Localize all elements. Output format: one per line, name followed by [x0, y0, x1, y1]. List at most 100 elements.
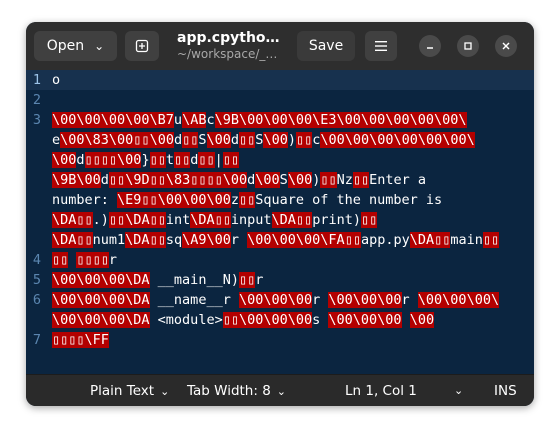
escaped-byte-run: ▯▯ [76, 232, 93, 248]
escaped-byte-run: \00\00\00 [328, 312, 402, 328]
escaped-byte-run: \AB [182, 112, 207, 128]
escaped-byte-run: ▯▯ [352, 172, 370, 188]
minimize-icon [427, 47, 433, 49]
text-run: r [312, 292, 329, 308]
document-path: ~/workspace/_… [177, 47, 278, 61]
escaped-byte-run: ▯▯ [173, 152, 191, 168]
escaped-byte-run: \9D [125, 172, 150, 188]
save-button[interactable]: Save [297, 31, 355, 61]
escaped-byte-run: ▯▯ [222, 152, 240, 168]
insert-mode-indicator[interactable]: INS [494, 375, 517, 406]
escaped-byte-run: \A9\00 [182, 232, 231, 248]
text-run: input [230, 212, 272, 228]
text-run: sq [165, 232, 183, 248]
escaped-byte-run: ▯▯ [52, 252, 69, 268]
text-run: d [173, 132, 183, 148]
tab-width-selector[interactable]: Tab Width: 8 ⌄ [187, 375, 286, 406]
new-tab-button[interactable] [125, 31, 159, 61]
close-icon [502, 42, 510, 50]
line-number: 2 [32, 92, 42, 108]
code-line: \00d▯▯▯▯\00}▯▯t▯▯d▯▯|▯▯ [52, 150, 532, 170]
escaped-byte-run: ▯▯ [360, 212, 378, 228]
escaped-byte-run: ▯▯ [108, 172, 126, 188]
main-menu-button[interactable] [365, 31, 397, 61]
escaped-byte-run: \DA [52, 212, 77, 228]
text-editor-area[interactable]: 1234567 o \00\00\00\00\B7u\ABc\9B\00\00\0… [26, 70, 534, 374]
text-run: ) [287, 132, 296, 148]
escaped-byte-run: \00 [222, 172, 248, 188]
maximize-icon [464, 42, 472, 50]
escaped-byte-run: \00\00\00\ [417, 292, 500, 308]
text-run: r [108, 252, 118, 268]
escaped-byte-run: \FF [84, 332, 109, 348]
escaped-byte-run: \00 [117, 152, 142, 168]
cursor-position[interactable]: Ln 1, Col 1 [345, 375, 417, 406]
position-menu-chevron[interactable]: ⌄ [454, 375, 463, 406]
escaped-byte-run: \9B\00 [52, 172, 101, 188]
code-line: \00\00\00\DA <module>▯▯\00\00\00s \00\00… [52, 310, 532, 330]
escaped-byte-run: ▯▯ [68, 332, 85, 348]
text-run: u [173, 112, 183, 128]
escaped-byte-run: \00 [206, 132, 231, 148]
escaped-byte-run: ▯▯▯▯ [84, 152, 118, 168]
escaped-byte-run: ▯▯ [149, 212, 166, 228]
escaped-byte-run: \E9 [117, 192, 142, 208]
escaped-byte-run: ▯▯ [320, 172, 337, 188]
escaped-byte-run: ▯▯ [344, 232, 361, 248]
escaped-byte-run: ▯▯ [238, 192, 256, 208]
escaped-byte-run: ▯▯ [149, 172, 166, 188]
status-bar: Plain Text ⌄ Tab Width: 8 ⌄ Ln 1, Col 1 ⌄ … [26, 374, 534, 406]
escaped-byte-run: \00\00\00\DA [52, 272, 150, 288]
text-run: c [206, 112, 215, 128]
text-run: <module> [149, 312, 223, 328]
editor-window: Open ⌄ app.cpytho… ~/workspace/_… Save 1… [26, 22, 534, 406]
escaped-byte-run: \DA [409, 232, 435, 248]
escaped-byte-run: \DA [190, 212, 215, 228]
text-run: o [52, 72, 61, 88]
text-run [402, 312, 410, 328]
code-line: o [52, 70, 532, 90]
escaped-byte-run: \00\00\00\00\B7 [52, 112, 174, 128]
language-selector[interactable]: Plain Text ⌄ [90, 375, 169, 406]
maximize-button[interactable] [457, 35, 479, 57]
text-run: z [230, 192, 239, 208]
new-tab-icon [135, 39, 149, 53]
text-run: r [401, 292, 418, 308]
code-line: number: \E9▯▯\00\00\00z▯▯Square of the n… [52, 190, 532, 210]
open-button[interactable]: Open ⌄ [34, 31, 117, 61]
escaped-byte-run: ▯▯▯▯ [76, 252, 109, 268]
hamburger-menu-icon [375, 41, 387, 51]
text-run: d [230, 132, 240, 148]
escaped-byte-run: \DA [271, 212, 296, 228]
minimize-button[interactable] [419, 35, 441, 57]
escaped-byte-run: ▯▯ [149, 152, 166, 168]
code-line: ▯▯ ▯▯▯▯r [52, 250, 532, 270]
line-number: 6 [32, 292, 42, 308]
escaped-byte-run: ▯▯ [482, 232, 500, 248]
code-line: \00\00\00\00\B7u\ABc\9B\00\00\00\E3\00\0… [52, 110, 532, 130]
open-button-label: Open [46, 38, 85, 54]
escaped-byte-run: ▯▯ [141, 192, 158, 208]
chevron-down-icon: ⌄ [94, 39, 105, 53]
escaped-byte-run: ▯▯▯▯ [190, 172, 223, 188]
escaped-byte-run: ▯▯ [239, 132, 256, 148]
escaped-byte-run: \00 [149, 132, 174, 148]
close-button[interactable] [495, 35, 517, 57]
code-line: e\00\83\00▯▯\00d▯▯S\00d▯▯S\00)▯▯c\00\00\… [52, 130, 532, 150]
escaped-byte-run: \00 [287, 172, 313, 188]
text-run: __main__N) [149, 272, 239, 288]
escaped-byte-run: \00\00\00 [328, 292, 402, 308]
escaped-byte-run: \00\83\00 [60, 132, 134, 148]
text-run: r [230, 232, 248, 248]
text-run: Enter a [369, 172, 427, 188]
text-run: s [312, 312, 329, 328]
escaped-byte-run: \DA [125, 232, 150, 248]
chevron-down-icon: ⌄ [160, 385, 170, 398]
tab-width-label: Tab Width: 8 [187, 383, 271, 399]
text-run: r [255, 272, 264, 288]
escaped-byte-run: \00 [255, 172, 280, 188]
escaped-byte-run: ▯▯ [52, 332, 69, 348]
chevron-down-icon: ⌄ [276, 385, 287, 398]
escaped-byte-run: ▯▯ [214, 212, 231, 228]
